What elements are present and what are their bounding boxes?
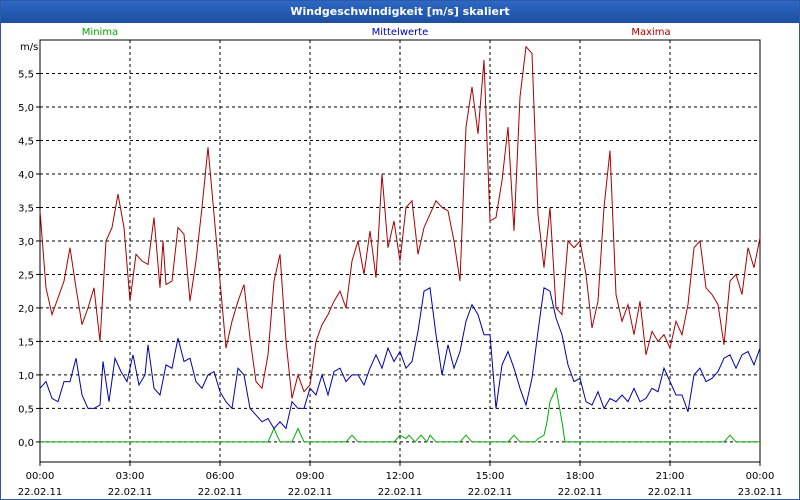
x-tick-time: 12:00	[386, 471, 415, 482]
y-tick-label: 2,5	[18, 270, 34, 281]
y-tick-label: 5,5	[18, 69, 34, 80]
x-tick-time: 15:00	[476, 471, 505, 482]
y-tick-label: 4,0	[18, 170, 34, 181]
legend-mittelwerte: Mittelwerte	[372, 27, 429, 38]
y-tick-label: 4,5	[18, 136, 34, 147]
y-tick-label: 3,5	[18, 203, 34, 214]
x-tick-date: 22.02.11	[198, 487, 243, 498]
y-tick-label: 1,5	[18, 337, 34, 348]
y-axis-label: m/s	[20, 42, 38, 53]
x-tick-date: 22.02.11	[558, 487, 603, 498]
x-tick-date: 22.02.11	[468, 487, 513, 498]
legend-minima: Minima	[82, 27, 118, 38]
grid	[40, 40, 760, 462]
x-tick-time: 09:00	[296, 471, 325, 482]
x-tick-date: 23.02.11	[738, 487, 783, 498]
y-tick-label: 2,0	[18, 304, 34, 315]
x-tick-time: 18:00	[566, 471, 595, 482]
y-tick-label: 0,0	[18, 438, 34, 449]
legend: Minima Mittelwerte Maxima	[82, 27, 671, 38]
y-tick-label: 5,0	[18, 103, 34, 114]
x-tick-time: 00:00	[746, 471, 775, 482]
x-tick-date: 22.02.11	[378, 487, 423, 498]
x-tick-date: 22.02.11	[648, 487, 693, 498]
x-tick-date: 22.02.11	[18, 487, 63, 498]
x-tick-date: 22.02.11	[288, 487, 333, 498]
wind-speed-chart: 0,0 0,5 1,0 1,5 2,0 2,5 3,0 3,5 4,0 4,5 5,0 5,5 00:0…	[18, 27, 783, 498]
x-tick-time: 21:00	[656, 471, 685, 482]
x-tick-date: 22.02.11	[108, 487, 153, 498]
y-tick-label: 1,0	[18, 371, 34, 382]
x-tick-time: 06:00	[206, 471, 235, 482]
y-tick-label: 0,5	[18, 404, 34, 415]
x-tick-time: 03:00	[116, 471, 145, 482]
legend-maxima: Maxima	[631, 27, 670, 38]
x-tick-time: 00:00	[26, 471, 55, 482]
y-tick-label: 3,0	[18, 237, 34, 248]
